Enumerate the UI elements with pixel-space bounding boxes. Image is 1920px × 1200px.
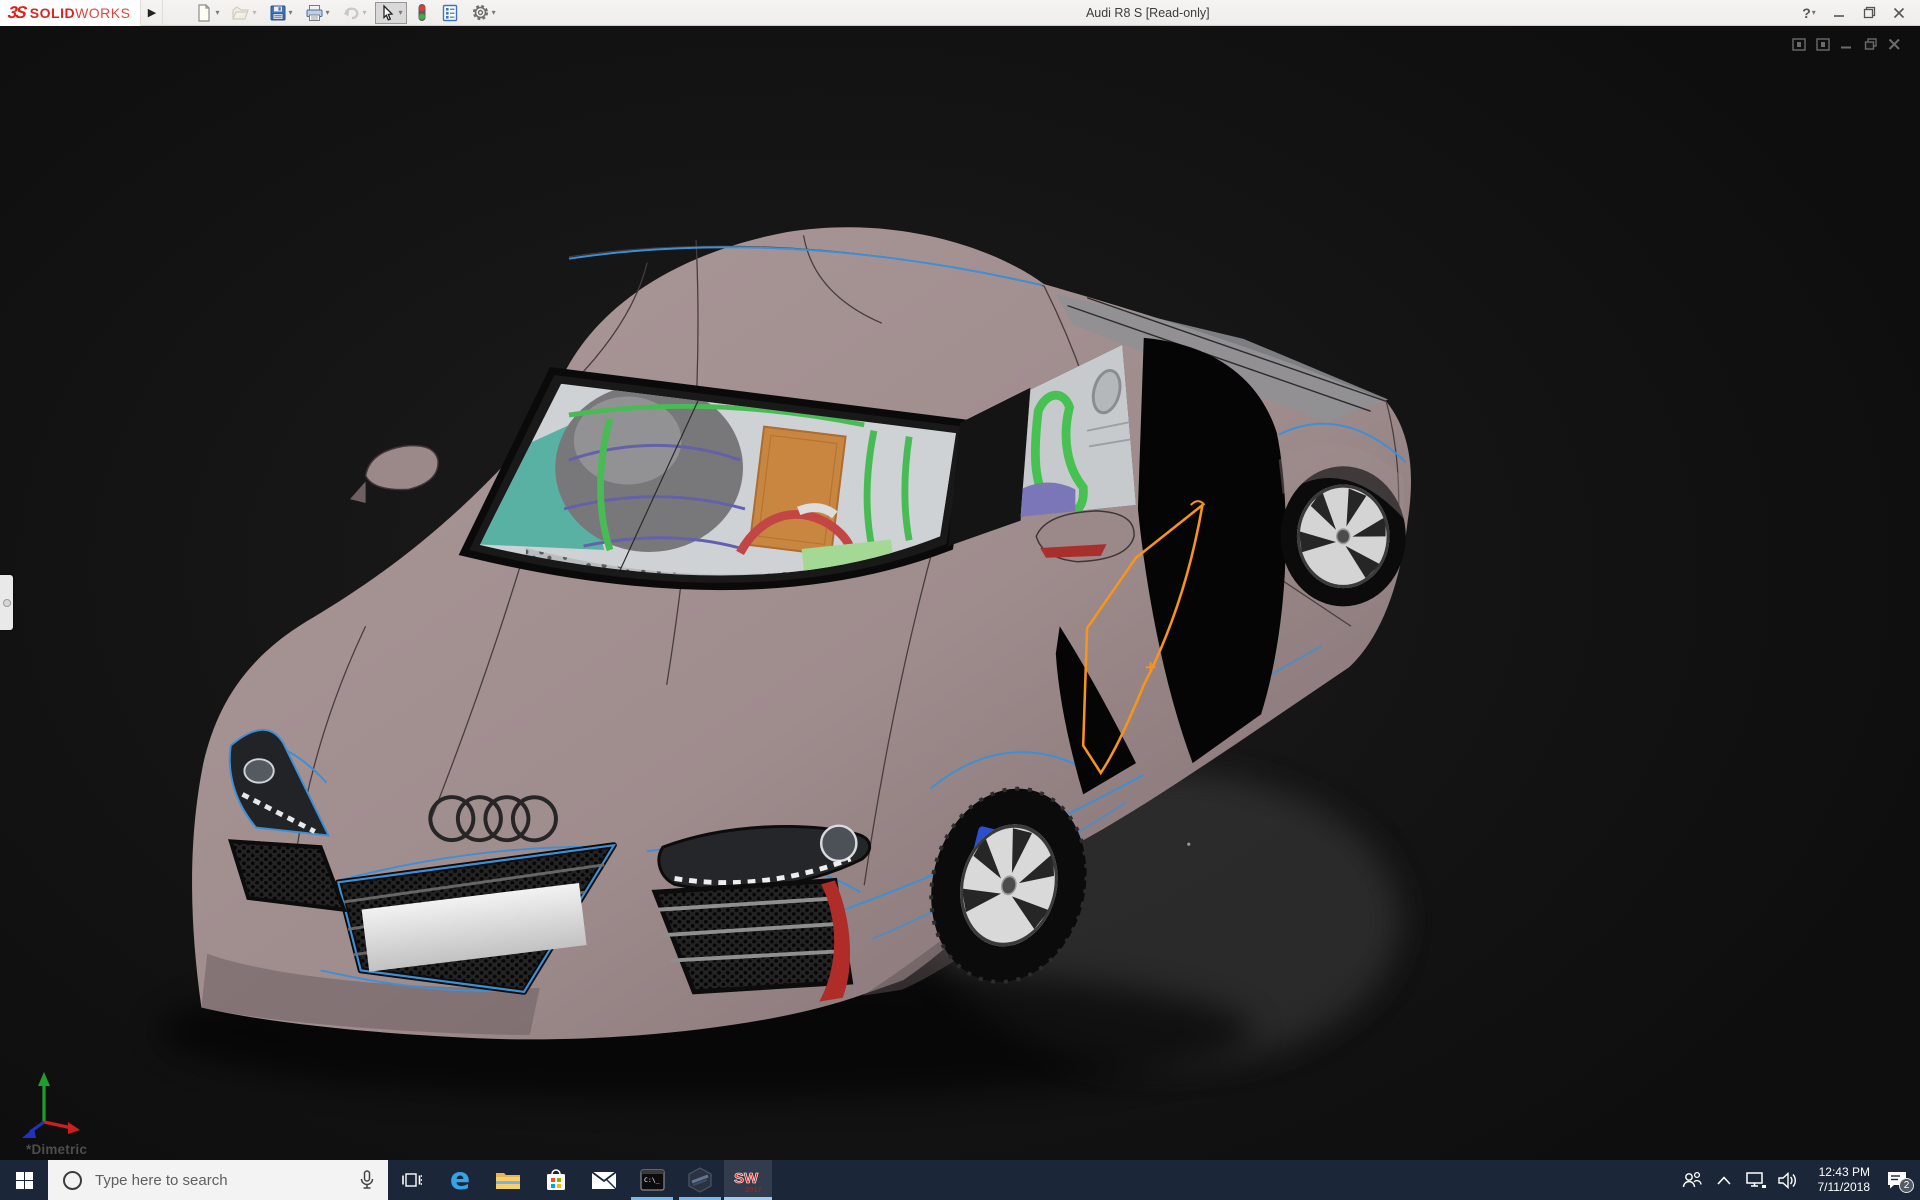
task-view-button[interactable]	[388, 1160, 436, 1200]
taskbar-store[interactable]	[532, 1160, 580, 1200]
close-icon	[1893, 7, 1905, 19]
orientation-triad-icon	[18, 1068, 82, 1140]
command-prompt-icon: C:\_	[640, 1169, 665, 1191]
help-button[interactable]: ? ▾	[1794, 1, 1824, 25]
taskbar: Type here to search e	[0, 1160, 1920, 1200]
file-explorer-icon	[495, 1169, 521, 1191]
print-button[interactable]: ▾	[301, 2, 334, 24]
start-button[interactable]	[0, 1160, 48, 1200]
mail-icon	[591, 1171, 617, 1190]
taskbar-edge[interactable]: e	[436, 1160, 484, 1200]
solidworks-app-icon: SW 2017	[733, 1166, 763, 1194]
quick-access-toolbar: ▾ ▾ ▾	[189, 2, 501, 24]
solidworks-logo-text-light: WORKS	[75, 5, 130, 21]
desktop: 3S SOLIDWORKS ▶ ▾ ▾	[0, 0, 1920, 1200]
windows-logo-icon	[16, 1172, 33, 1189]
new-document-button[interactable]: ▾	[191, 2, 223, 24]
action-center-button[interactable]: 2	[1874, 1160, 1920, 1200]
microphone-icon[interactable]	[359, 1170, 375, 1190]
rebuild-button[interactable]	[411, 2, 433, 24]
taskbar-file-explorer[interactable]	[484, 1160, 532, 1200]
taskbar-solidworks[interactable]: SW 2017	[724, 1160, 772, 1200]
dropdown-caret[interactable]: ▾	[215, 8, 219, 17]
window-controls: ? ▾	[1794, 1, 1914, 25]
dropdown-caret[interactable]: ▾	[252, 8, 256, 17]
dropdown-caret[interactable]: ▾	[492, 8, 496, 17]
tray-people-button[interactable]	[1676, 1160, 1708, 1200]
dropdown-caret[interactable]: ▾	[289, 8, 293, 17]
clock-time: 12:43 PM	[1819, 1165, 1870, 1180]
volume-icon	[1778, 1172, 1798, 1189]
titlebar: 3S SOLIDWORKS ▶ ▾ ▾	[0, 0, 1920, 26]
pane-icon-2[interactable]	[1815, 37, 1830, 51]
minimize-button[interactable]	[1824, 1, 1854, 25]
options-button[interactable]: ▾	[467, 2, 500, 24]
taskbar-command-prompt[interactable]: C:\_	[628, 1160, 676, 1200]
system-tray: 12:43 PM 7/11/2018 2	[1676, 1160, 1920, 1200]
pane-icon[interactable]	[1791, 37, 1806, 51]
toolbar-flyout-arrow[interactable]: ▶	[141, 0, 163, 26]
open-folder-icon	[231, 4, 250, 22]
select-cursor-icon	[379, 4, 397, 22]
task-view-icon	[402, 1171, 422, 1189]
dropdown-caret: ▾	[1812, 8, 1816, 17]
close-button[interactable]	[1884, 1, 1914, 25]
mdi-window-controls	[1791, 37, 1902, 51]
store-icon	[545, 1168, 567, 1192]
cortana-icon	[63, 1171, 82, 1190]
dropdown-caret[interactable]: ▾	[399, 8, 403, 17]
open-button[interactable]: ▾	[227, 2, 260, 24]
mirror-left[interactable]	[350, 446, 438, 503]
collapsed-pane-tab[interactable]	[0, 575, 13, 630]
solidworks-icon-year: 2017	[745, 1185, 762, 1194]
mdi-restore-button[interactable]	[1863, 37, 1878, 51]
view-orientation-label: *Dimetric	[26, 1142, 87, 1157]
restore-icon	[1863, 6, 1876, 19]
tray-network-button[interactable]	[1740, 1160, 1772, 1200]
mdi-close-button[interactable]	[1887, 37, 1902, 51]
solidworks-logo: 3S SOLIDWORKS	[0, 0, 141, 26]
notification-badge: 2	[1899, 1178, 1914, 1193]
new-document-icon	[195, 4, 213, 22]
undo-arrow-icon	[342, 4, 361, 22]
car-model-scene[interactable]	[0, 26, 1920, 1160]
dropdown-caret[interactable]: ▾	[363, 8, 367, 17]
mdi-minimize-button[interactable]	[1839, 37, 1854, 51]
tray-clock[interactable]: 12:43 PM 7/11/2018	[1804, 1160, 1874, 1200]
dropdown-caret[interactable]: ▾	[326, 8, 330, 17]
traffic-light-icon	[415, 3, 429, 22]
select-tool-button[interactable]: ▾	[375, 2, 407, 24]
solidworks-logo-text: SOLID	[30, 5, 75, 21]
chevron-up-icon	[1717, 1176, 1731, 1185]
minimize-icon	[1833, 7, 1845, 19]
undo-button[interactable]: ▾	[338, 2, 371, 24]
file-properties-icon	[441, 4, 459, 22]
people-icon	[1682, 1171, 1702, 1189]
gear-icon	[471, 3, 490, 22]
restore-button[interactable]	[1854, 1, 1884, 25]
tray-overflow-button[interactable]	[1708, 1160, 1740, 1200]
search-placeholder: Type here to search	[95, 1172, 228, 1189]
edge-icon: e	[450, 1165, 470, 1195]
clock-date: 7/11/2018	[1818, 1180, 1871, 1195]
network-icon	[1745, 1171, 1767, 1189]
hexagon-app-icon	[687, 1167, 713, 1193]
taskbar-search[interactable]: Type here to search	[48, 1160, 388, 1200]
tray-volume-button[interactable]	[1772, 1160, 1804, 1200]
window-title: Audi R8 S [Read-only]	[502, 6, 1794, 20]
print-icon	[305, 4, 324, 22]
taskbar-hexagon-app[interactable]	[676, 1160, 724, 1200]
cmd-prompt-text: C:\_	[644, 1176, 660, 1184]
save-button[interactable]: ▾	[265, 2, 297, 24]
solidworks-logo-mark-icon: 3S	[7, 3, 27, 23]
file-properties-button[interactable]	[437, 2, 463, 24]
taskbar-mail[interactable]	[580, 1160, 628, 1200]
origin-dot	[1187, 843, 1190, 846]
save-floppy-icon	[269, 4, 287, 22]
graphics-viewport[interactable]: *Dimetric	[0, 26, 1920, 1160]
